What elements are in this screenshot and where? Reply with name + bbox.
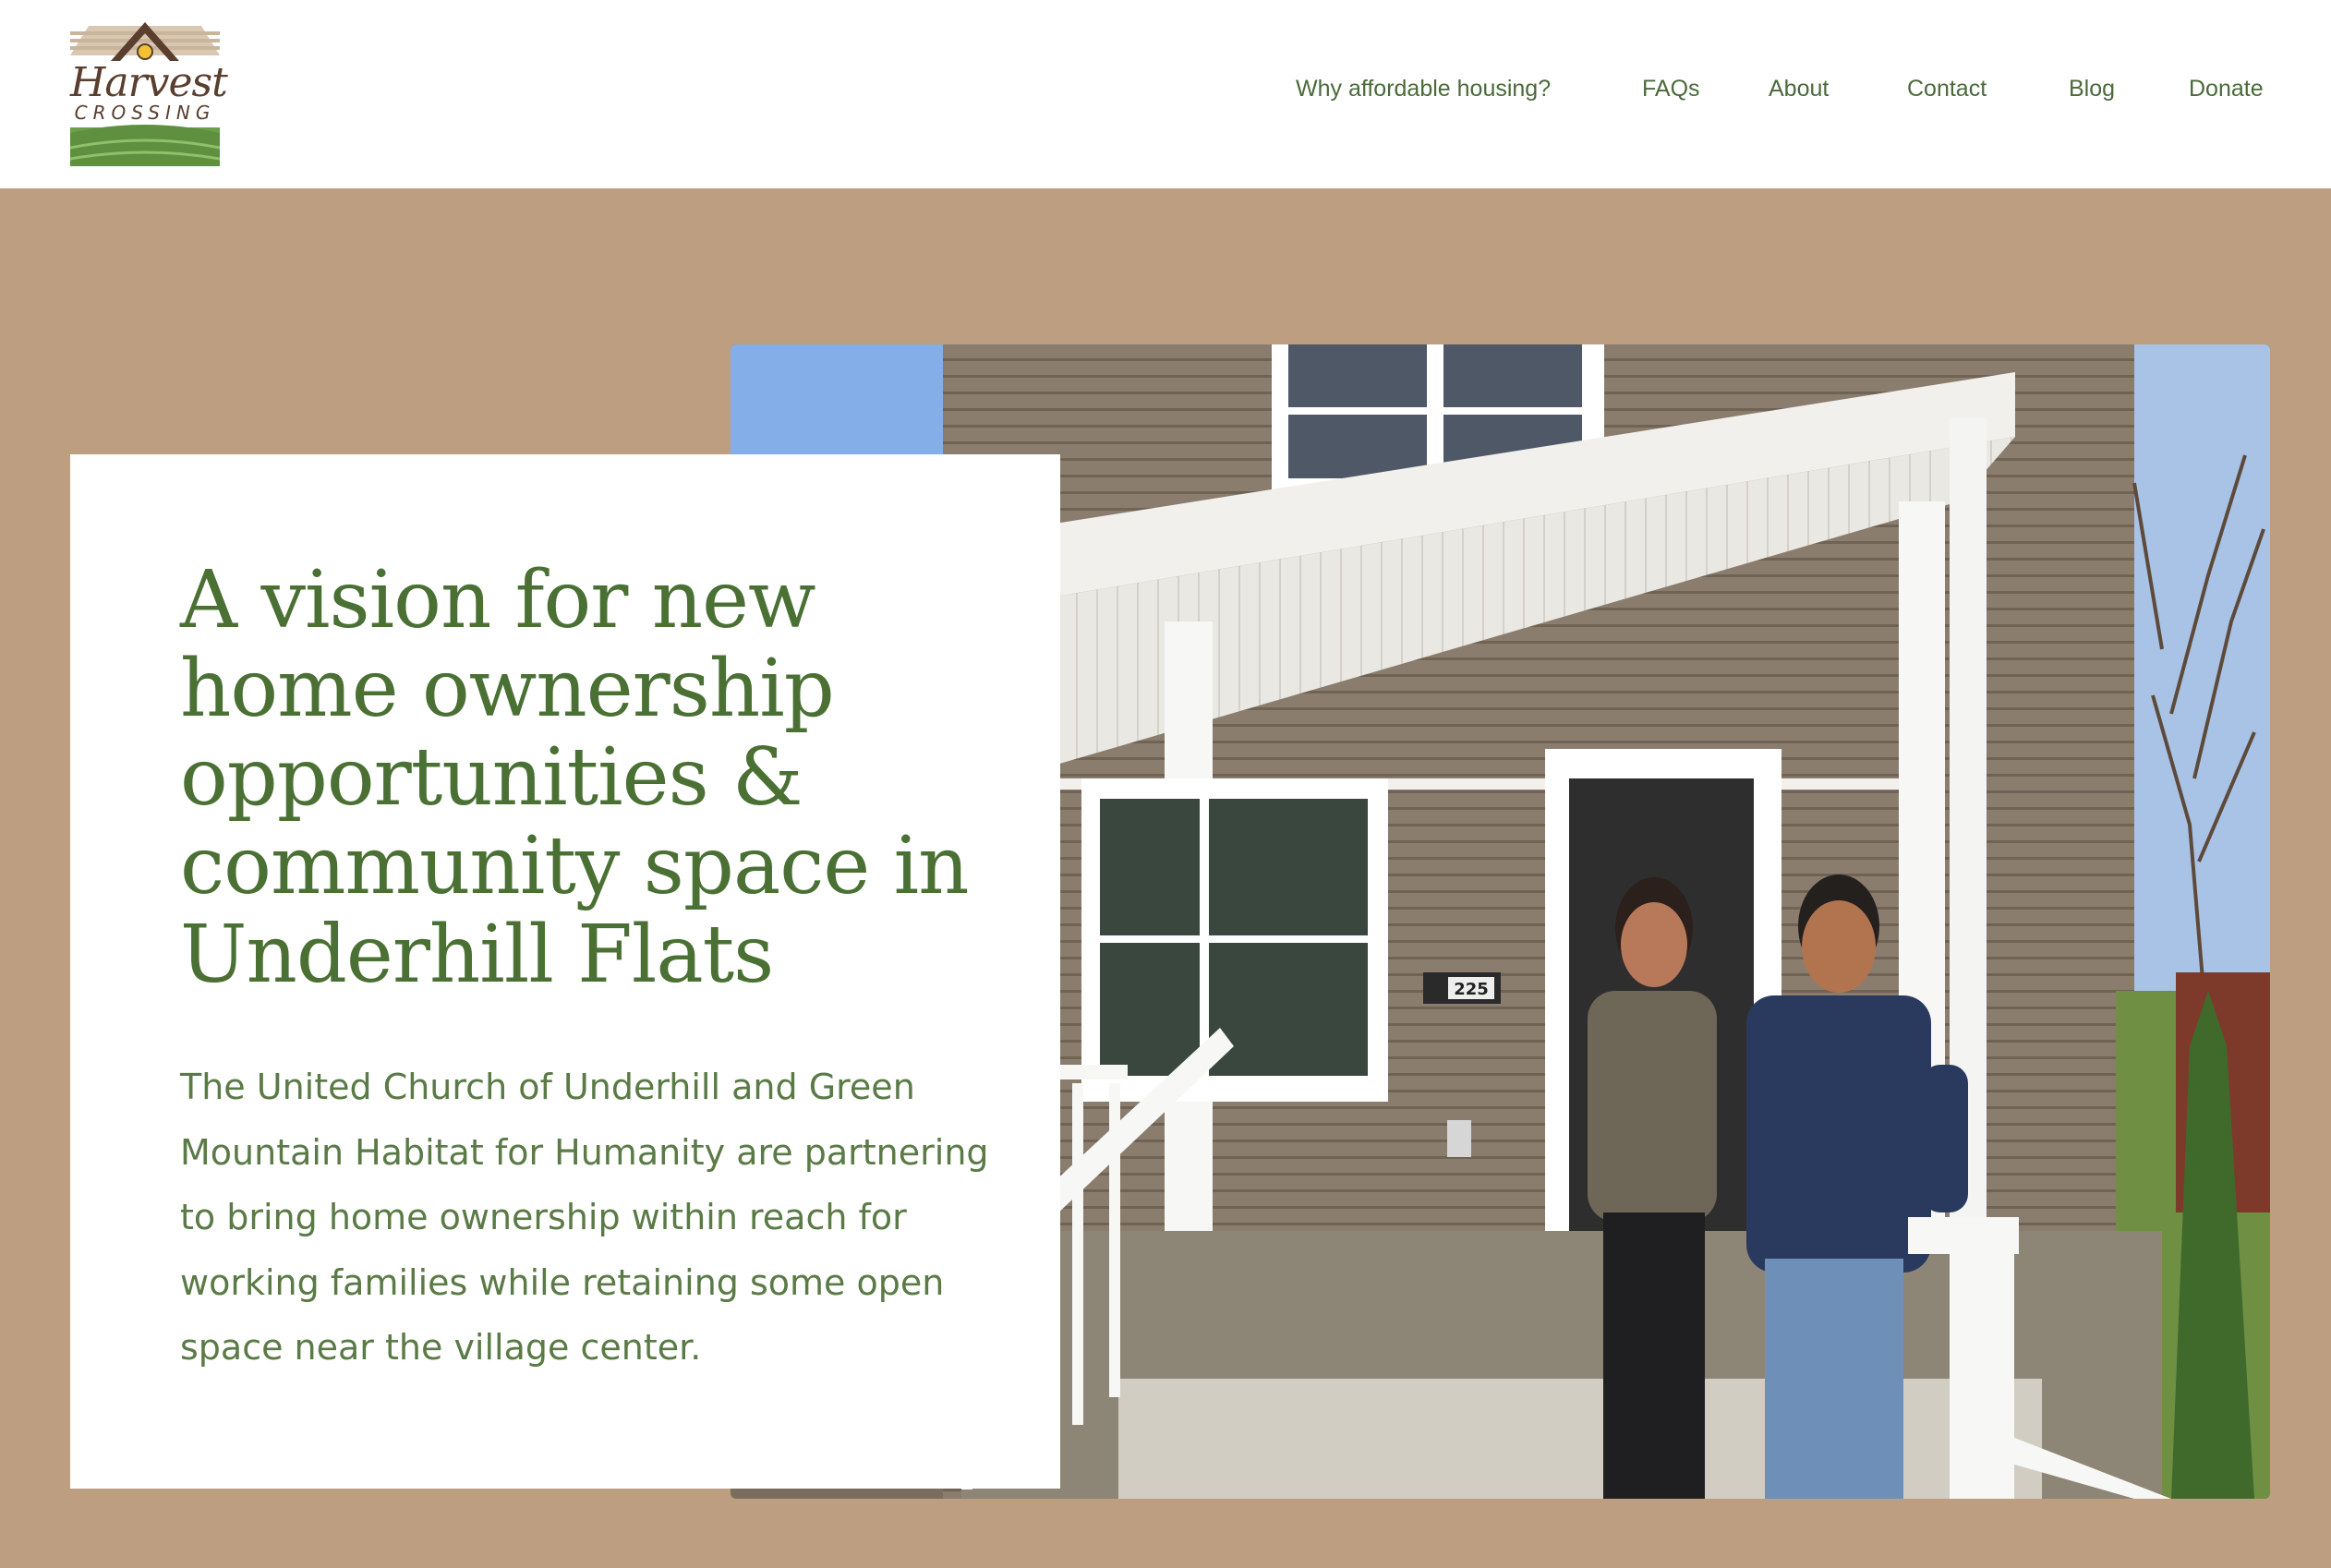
- hero-title: A vision for new home ownership opportun…: [180, 554, 970, 1001]
- nav-contact[interactable]: Contact: [1907, 76, 1987, 103]
- site-header: Harvest CROSSING Why affordable housing?…: [0, 0, 2331, 188]
- nav-why-affordable-housing[interactable]: Why affordable housing?: [1296, 76, 1551, 103]
- hero-intro-card: A vision for new home ownership opportun…: [70, 454, 1060, 1489]
- nav-about[interactable]: About: [1769, 76, 1829, 103]
- hero-description: The United Church of Underhill and Green…: [180, 1067, 989, 1368]
- house-number: 225: [1454, 980, 1489, 999]
- nav-donate[interactable]: Donate: [2189, 76, 2264, 103]
- nav-faqs[interactable]: FAQs: [1642, 76, 1700, 103]
- nav-blog[interactable]: Blog: [2069, 76, 2115, 103]
- main-nav: Why affordable housing? FAQs About Conta…: [0, 76, 2331, 113]
